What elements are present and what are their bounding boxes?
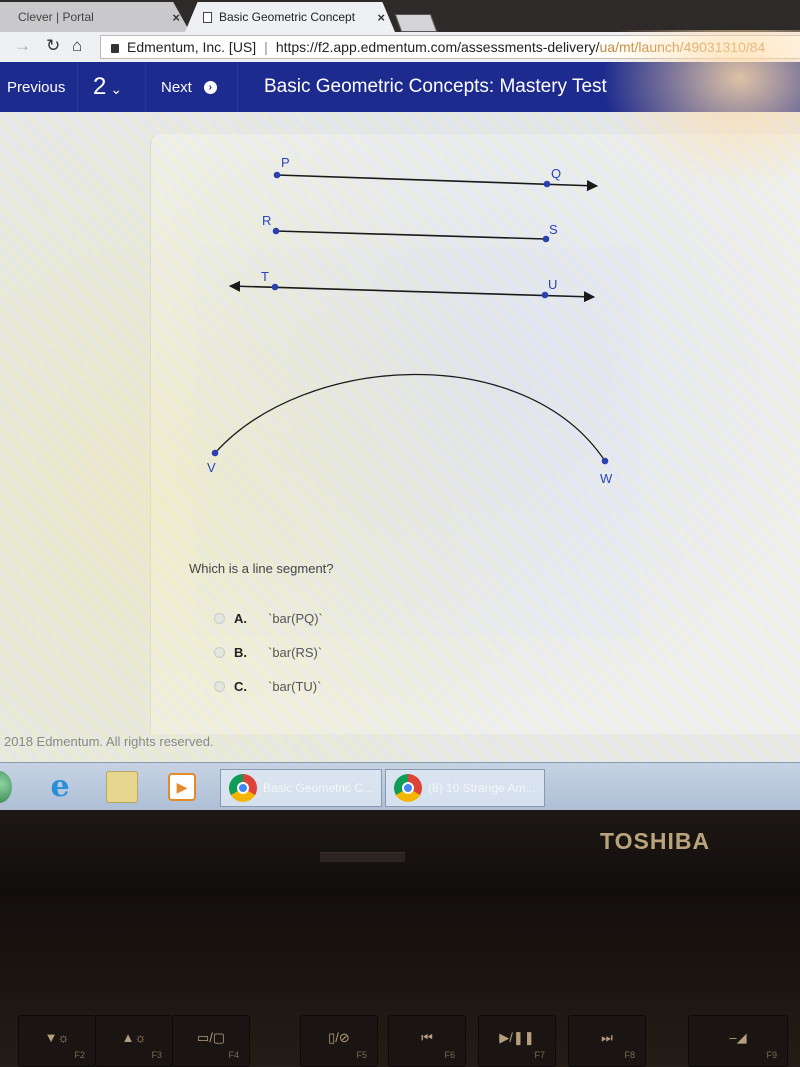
choice-letter: C. <box>234 679 247 694</box>
radio-button[interactable] <box>214 613 225 624</box>
function-key-f8[interactable]: ⏭ F8 <box>568 1015 646 1067</box>
point-label-p: P <box>281 155 290 170</box>
copyright-text: 2018 Edmentum. All rights reserved. <box>4 734 214 749</box>
media-player-icon[interactable]: ▶ <box>168 773 196 801</box>
choice-text: `bar(RS)` <box>268 645 323 660</box>
choice-letter: B. <box>234 645 247 660</box>
windows-taskbar: e ▶ Basic Geometric C... (8) 10 Strange … <box>0 762 800 810</box>
taskbar-window-label: Basic Geometric C... <box>263 781 374 795</box>
radio-button[interactable] <box>214 647 225 658</box>
function-key-icon: ▭/▢ <box>196 1030 226 1045</box>
function-key-label: F7 <box>534 1050 545 1060</box>
chrome-icon <box>394 774 422 802</box>
point-p <box>273 171 281 179</box>
radio-button[interactable] <box>214 681 225 692</box>
line-tu <box>228 280 596 303</box>
function-key-f7[interactable]: ▶/❚❚ F7 <box>478 1015 556 1067</box>
function-key-icon: ▶/❚❚ <box>499 1030 535 1045</box>
chrome-icon <box>229 774 257 802</box>
function-key-label: F6 <box>444 1050 455 1060</box>
function-key-icon: ⏮ <box>421 1030 433 1045</box>
function-key-label: F9 <box>766 1050 777 1060</box>
point-w <box>601 457 609 465</box>
function-key-f3[interactable]: ▲☼ F3 <box>95 1015 173 1067</box>
function-key-f6[interactable]: ⏮ F6 <box>388 1015 466 1067</box>
point-u <box>541 291 549 299</box>
point-label-t: T <box>261 269 269 284</box>
laptop-hinge <box>320 852 405 862</box>
function-key-f5[interactable]: ▯/⊘ F5 <box>300 1015 378 1067</box>
file-explorer-icon[interactable] <box>106 771 138 803</box>
geometry-figure: P Q R S T U V W <box>207 155 613 486</box>
function-key-icon: ‒◢ <box>729 1030 747 1045</box>
point-v <box>211 449 219 457</box>
point-label-r: R <box>262 213 271 228</box>
photo-of-laptop-screen: Clever | Portal × Basic Geometric Concep… <box>0 0 800 1067</box>
function-key-f4[interactable]: ▭/▢ F4 <box>172 1015 250 1067</box>
start-button-icon[interactable] <box>0 771 12 803</box>
function-key-f9[interactable]: ‒◢ F9 <box>688 1015 788 1067</box>
segment-rs <box>275 230 547 240</box>
function-key-label: F2 <box>74 1050 85 1060</box>
choice-text: `bar(TU)` <box>268 679 322 694</box>
function-key-label: F4 <box>228 1050 239 1060</box>
point-label-s: S <box>549 222 558 237</box>
function-key-label: F8 <box>624 1050 635 1060</box>
point-t <box>271 283 279 291</box>
choice-b[interactable]: B. `bar(RS)` <box>214 645 322 660</box>
function-key-f2[interactable]: ▼☼ F2 <box>18 1015 96 1067</box>
choice-letter: A. <box>234 611 247 626</box>
point-q <box>543 180 551 188</box>
point-r <box>272 227 280 235</box>
point-label-w: W <box>600 471 613 486</box>
point-label-u: U <box>548 277 557 292</box>
point-label-v: V <box>207 460 216 475</box>
taskbar-window-strange[interactable]: (8) 10 Strange Am... <box>385 769 545 807</box>
taskbar-window-label: (8) 10 Strange Am... <box>428 781 536 795</box>
internet-explorer-icon[interactable]: e <box>44 771 76 803</box>
question-prompt: Which is a line segment? <box>189 561 334 576</box>
brand-logo: TOSHIBA <box>600 828 711 854</box>
choice-text: `bar(PQ)` <box>268 611 323 626</box>
function-key-label: F5 <box>356 1050 367 1060</box>
arc-vw <box>214 373 606 462</box>
function-key-label: F3 <box>151 1050 162 1060</box>
function-key-icon: ▲☼ <box>121 1030 147 1045</box>
choice-c[interactable]: C. `bar(TU)` <box>214 679 321 694</box>
function-key-row: ▼☼ F2 ▲☼ F3 ▭/▢ F4 ▯/⊘ F5 ⏮ F6 ▶/❚❚ F7 ⏭ F8 ‒◢ F9 <box>0 1015 800 1067</box>
function-key-icon: ▯/⊘ <box>328 1030 350 1045</box>
function-key-icon: ▼☼ <box>44 1030 70 1045</box>
choice-a[interactable]: A. `bar(PQ)` <box>214 611 323 626</box>
point-label-q: Q <box>551 166 561 181</box>
taskbar-window-geometric[interactable]: Basic Geometric C... <box>220 769 382 807</box>
function-key-icon: ⏭ <box>601 1030 613 1045</box>
